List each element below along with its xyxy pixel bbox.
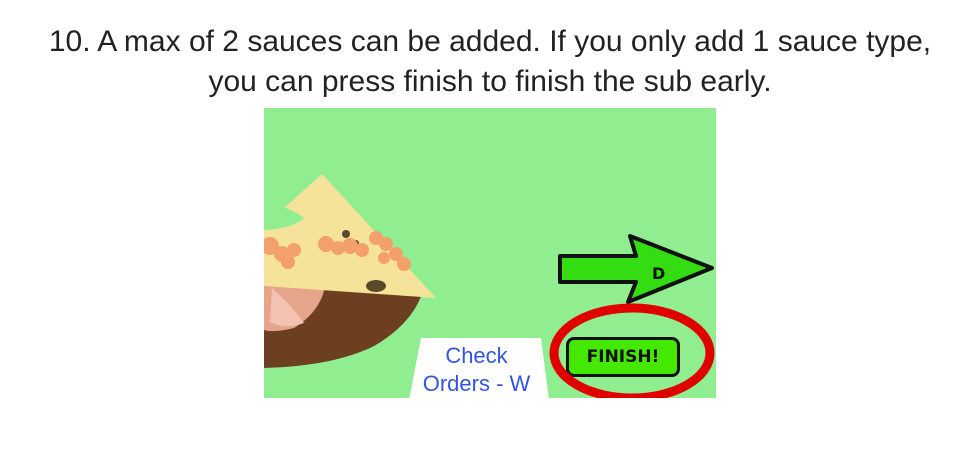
check-orders-line-2: Orders - W — [422, 371, 531, 396]
check-orders-button[interactable]: Check Orders - W — [409, 338, 554, 398]
instruction-caption: 10. A max of 2 sauces can be added. If y… — [0, 22, 980, 102]
instruction-line-1: 10. A max of 2 sauces can be added. If y… — [48, 25, 932, 58]
instruction-line-2: you can press finish to finish the sub e… — [208, 65, 772, 98]
cheese-slice — [264, 174, 436, 298]
check-orders-label: Check Orders - W — [409, 342, 544, 398]
finish-button[interactable]: FINISH! — [566, 337, 680, 377]
next-arrow-key: D — [652, 264, 665, 283]
game-screenshot: D Check Orders - W FINISH! — [264, 108, 716, 398]
next-arrow-icon[interactable]: D — [554, 228, 716, 308]
check-orders-line-1: Check — [445, 343, 508, 368]
